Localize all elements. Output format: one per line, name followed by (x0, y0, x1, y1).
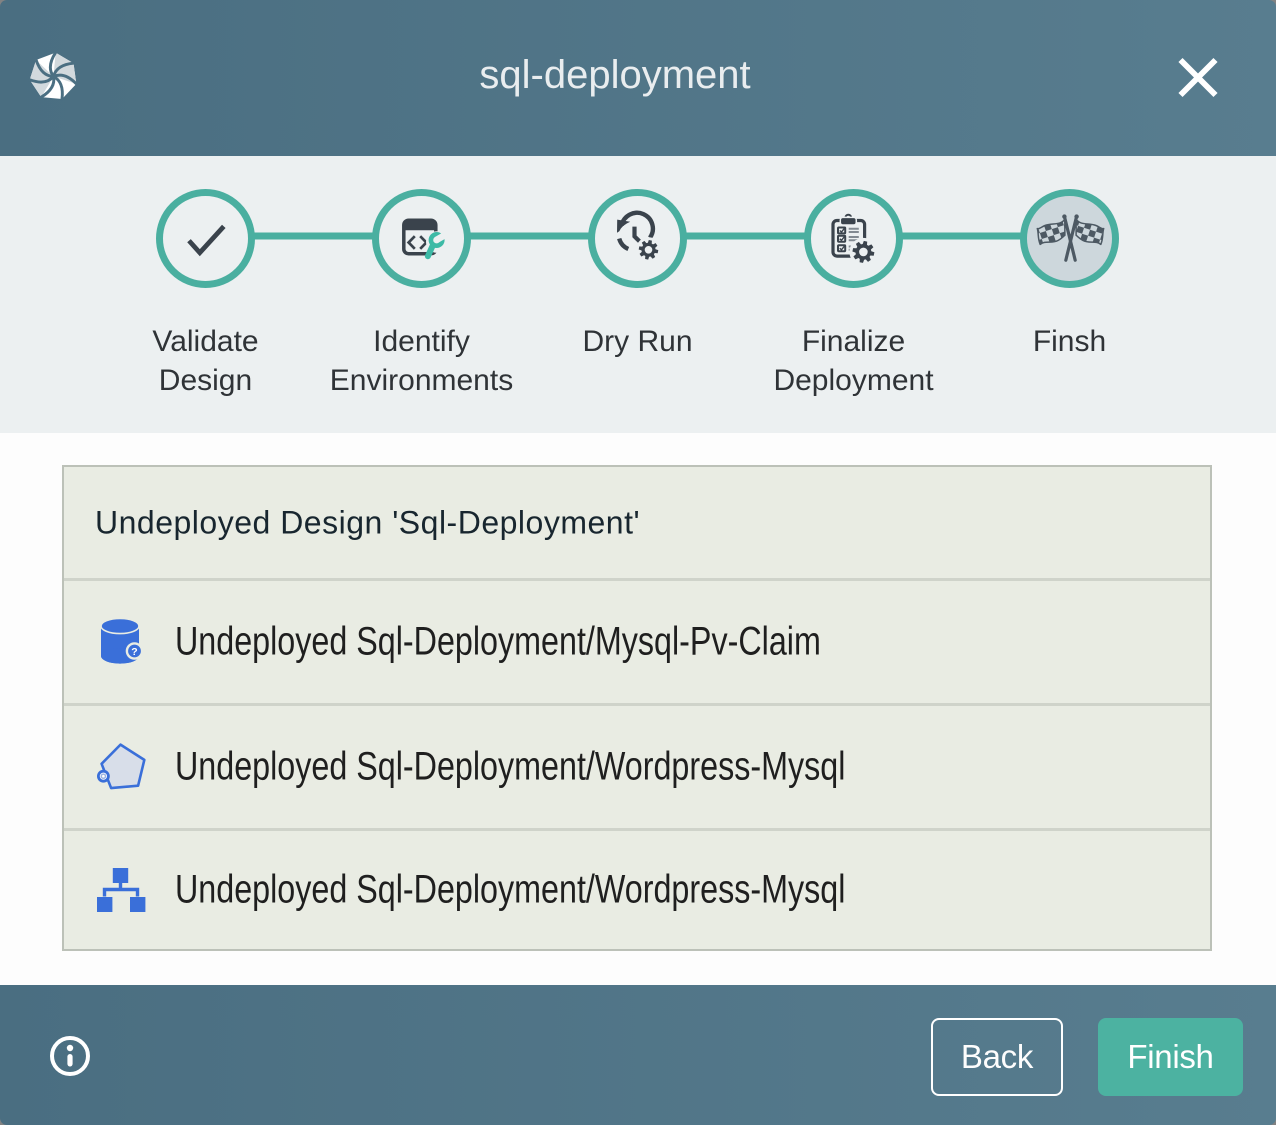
svg-text:?: ? (131, 646, 137, 658)
